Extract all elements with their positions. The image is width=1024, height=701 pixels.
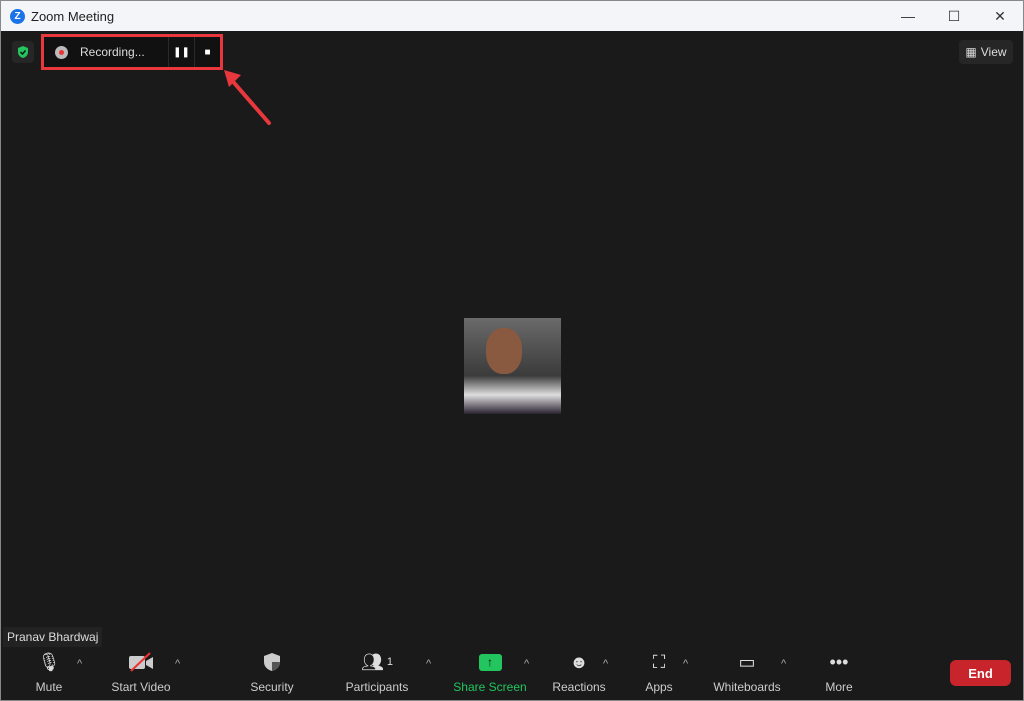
participants-button[interactable]: 👥︎ 1 Participants [341, 646, 413, 700]
participants-icon: 👥︎ 1 [361, 651, 393, 672]
zoom-window: Z Zoom Meeting — ☐ ✕ Recording... ❚❚ ■ ▦… [0, 0, 1024, 701]
security-button[interactable]: Security [246, 646, 298, 700]
annotation-arrow-icon [224, 70, 271, 125]
grid-icon: ▦ [965, 45, 977, 59]
participant-name-label: Pranav Bhardwaj [3, 627, 103, 647]
participants-options-caret[interactable]: ^ [426, 658, 431, 670]
apps-options-caret[interactable]: ^ [683, 658, 688, 670]
start-video-button[interactable]: Start Video [107, 646, 175, 700]
video-off-icon [128, 646, 154, 678]
reactions-options-caret[interactable]: ^ [603, 658, 608, 670]
reactions-icon: ☻ [569, 651, 589, 672]
zoom-logo-icon: Z [10, 8, 25, 24]
window-title: Zoom Meeting [31, 8, 115, 24]
end-meeting-button[interactable]: End [950, 660, 1011, 686]
microphone-icon: 🎙︎ [37, 651, 61, 672]
security-shield-icon [263, 646, 281, 678]
title-bar: Z Zoom Meeting — ☐ ✕ [1, 1, 1023, 31]
apps-icon: ⛶ [652, 651, 666, 672]
whiteboards-button[interactable]: ▭ Whiteboards [711, 646, 783, 700]
share-screen-icon: ↑ [478, 646, 502, 678]
whiteboards-options-caret[interactable]: ^ [781, 658, 786, 670]
view-button[interactable]: ▦ View [959, 40, 1013, 64]
encryption-shield-icon[interactable] [12, 41, 34, 63]
maximize-button[interactable]: ☐ [931, 1, 977, 31]
mute-button[interactable]: 🎙︎ Mute [31, 646, 67, 700]
meeting-toolbar: 🎙︎ Mute ^ Start Video ^ Security 👥︎ 1 Parti… [1, 646, 1023, 700]
whiteboard-icon: ▭ [738, 651, 756, 672]
reactions-button[interactable]: ☻ Reactions [551, 646, 607, 700]
minimize-button[interactable]: — [885, 1, 931, 31]
participant-video [464, 318, 561, 414]
more-button[interactable]: ••• More [823, 646, 855, 700]
apps-button[interactable]: ⛶ Apps [643, 646, 675, 700]
close-button[interactable]: ✕ [977, 1, 1023, 31]
share-options-caret[interactable]: ^ [524, 658, 529, 670]
audio-options-caret[interactable]: ^ [77, 658, 82, 670]
share-screen-button[interactable]: ↑ Share Screen [453, 646, 527, 700]
video-options-caret[interactable]: ^ [175, 658, 180, 670]
annotation-highlight-box [41, 34, 223, 70]
more-dots-icon: ••• [829, 651, 849, 672]
